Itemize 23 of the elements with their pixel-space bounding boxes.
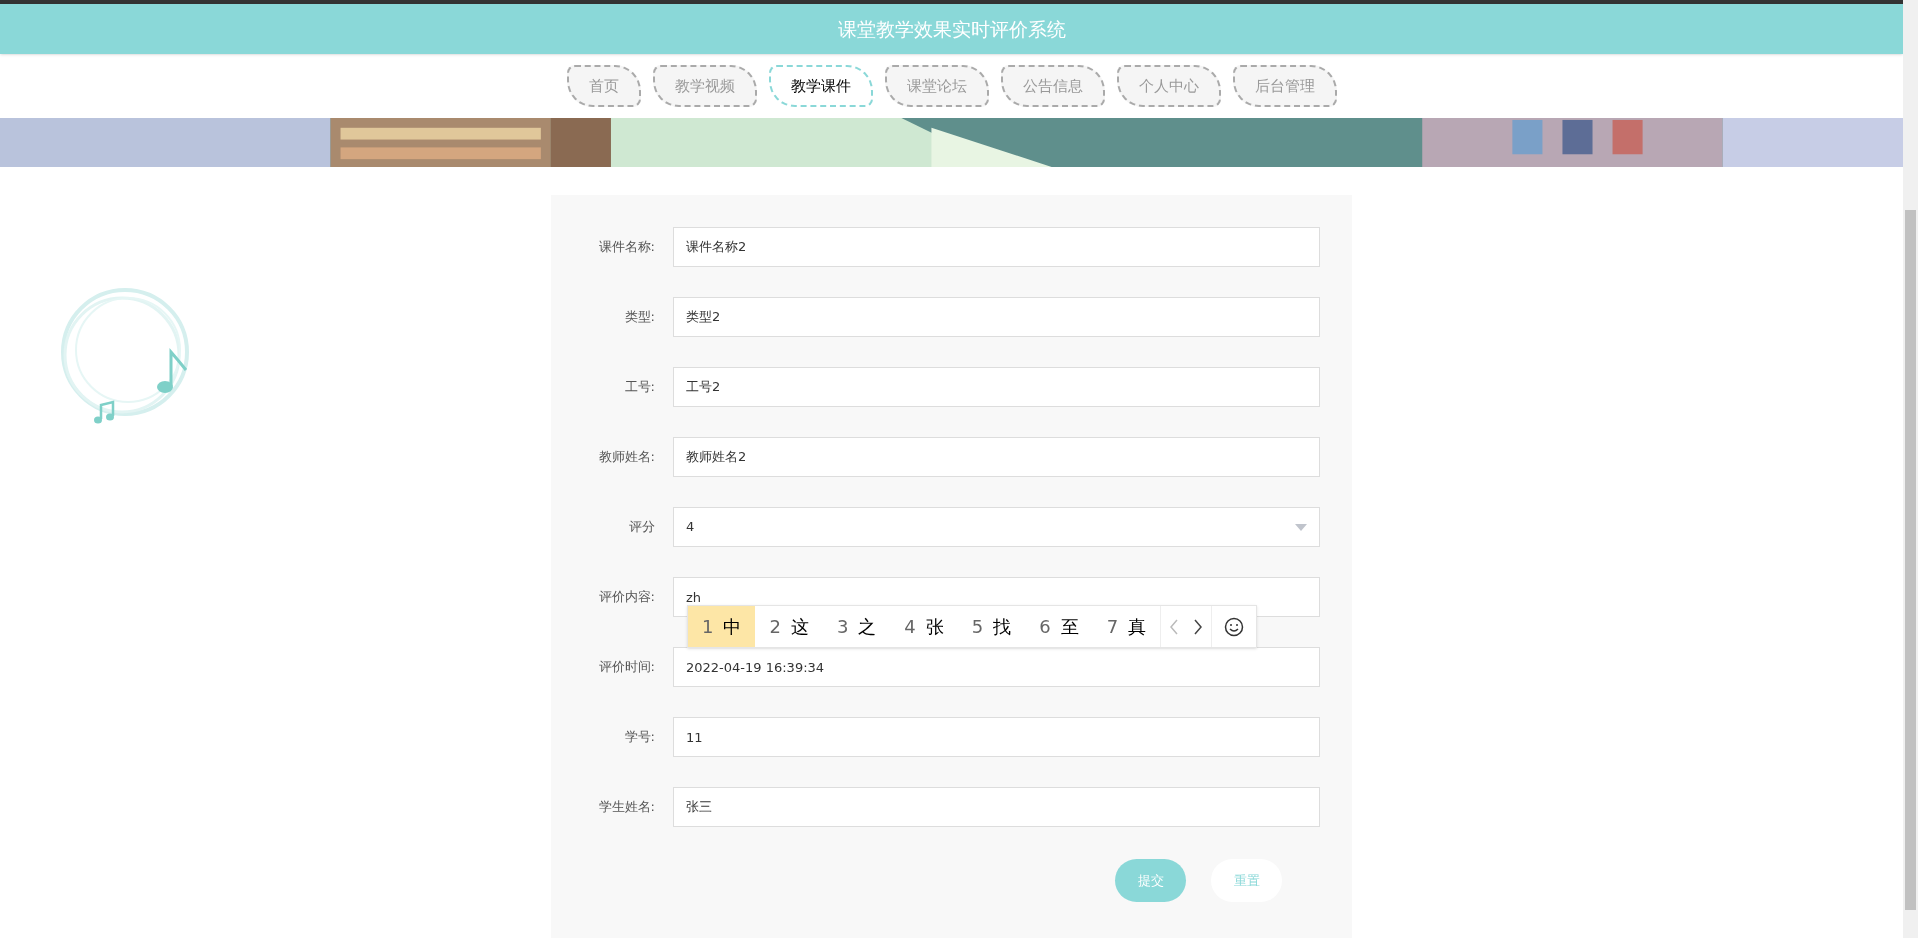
input-field[interactable]: 课件名称2 [673, 227, 1320, 267]
site-title: 课堂教学效果实时评价系统 [837, 16, 1066, 42]
input-field[interactable]: 工号2 [673, 367, 1320, 407]
field-label: 评价时间: [597, 658, 656, 677]
input-field[interactable]: 11 [673, 717, 1320, 757]
input-field[interactable]: 类型2 [673, 297, 1320, 337]
field-label: 学生姓名: [597, 798, 656, 817]
chevron-right-icon[interactable] [1193, 618, 1204, 635]
field-label: 评分 [628, 518, 656, 537]
field-label: 教师姓名: [597, 448, 656, 467]
field-label: 类型: [623, 308, 656, 327]
field-label: 评价内容: [597, 588, 656, 607]
nav-tab[interactable]: 教学课件 [768, 65, 873, 107]
field-label: 学号: [623, 728, 656, 747]
input-field[interactable]: 2022-04-19 16:39:34 [673, 647, 1320, 687]
rating-select[interactable]: 4 [673, 507, 1320, 547]
field-label: 工号: [623, 378, 656, 397]
input-field[interactable]: 教师姓名2 [673, 437, 1320, 477]
ime-candidate[interactable]: 1 中 [688, 606, 756, 647]
caret-icon [1295, 523, 1307, 531]
input-field[interactable]: 张三 [673, 787, 1320, 827]
smiley-icon[interactable] [1224, 616, 1245, 637]
field-label: 课件名称: [597, 238, 656, 257]
